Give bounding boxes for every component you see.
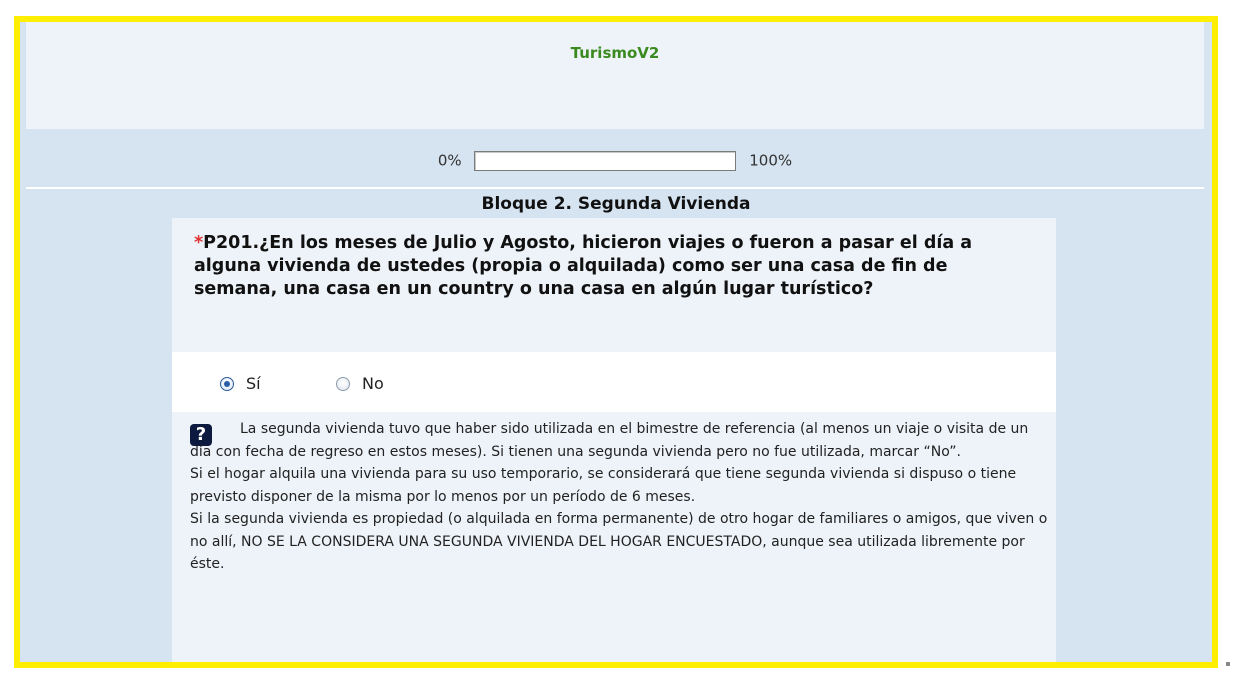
answer-options: Sí No	[172, 352, 1056, 412]
block-title: Bloque 2. Segunda Vivienda	[481, 194, 751, 214]
progress-start-label: 0%	[437, 151, 462, 170]
option-no[interactable]: No	[336, 374, 384, 393]
help-paragraph-1: La segunda vivienda tuvo que haber sido …	[190, 421, 1029, 460]
question-label: P201.¿En los meses de Julio y Agosto, hi…	[194, 233, 973, 299]
question-box: *P201.¿En los meses de Julio y Agosto, h…	[172, 218, 1056, 352]
option-si-label: Sí	[246, 374, 261, 393]
help-paragraph-3: Si la segunda vivienda es propiedad (o a…	[190, 511, 1048, 572]
survey-frame: TurismoV2 0% 100% Bloque 2. Segunda Vivi…	[14, 16, 1218, 668]
help-text: La segunda vivienda tuvo que haber sido …	[190, 418, 1050, 576]
option-no-label: No	[362, 374, 384, 393]
progress-end-label: 100%	[749, 151, 793, 170]
radio-no[interactable]	[336, 376, 350, 391]
option-si[interactable]: Sí	[220, 374, 261, 393]
help-box: ? La segunda vivienda tuvo que haber sid…	[172, 412, 1056, 662]
app-title: TurismoV2	[570, 44, 660, 62]
radio-si[interactable]	[220, 376, 234, 391]
progress-row: 0% 100%	[26, 129, 1204, 189]
progress-indicator: 0% 100%	[26, 149, 1204, 171]
header: TurismoV2	[26, 22, 1204, 129]
question-text: *P201.¿En los meses de Julio y Agosto, h…	[194, 232, 1024, 301]
help-paragraph-2: Si el hogar alquila una vivienda para su…	[190, 466, 1017, 505]
progress-bar	[474, 150, 737, 171]
required-marker: *	[194, 233, 204, 253]
question-panel: *P201.¿En los meses de Julio y Agosto, h…	[172, 218, 1056, 662]
corner-mark	[1226, 662, 1230, 666]
